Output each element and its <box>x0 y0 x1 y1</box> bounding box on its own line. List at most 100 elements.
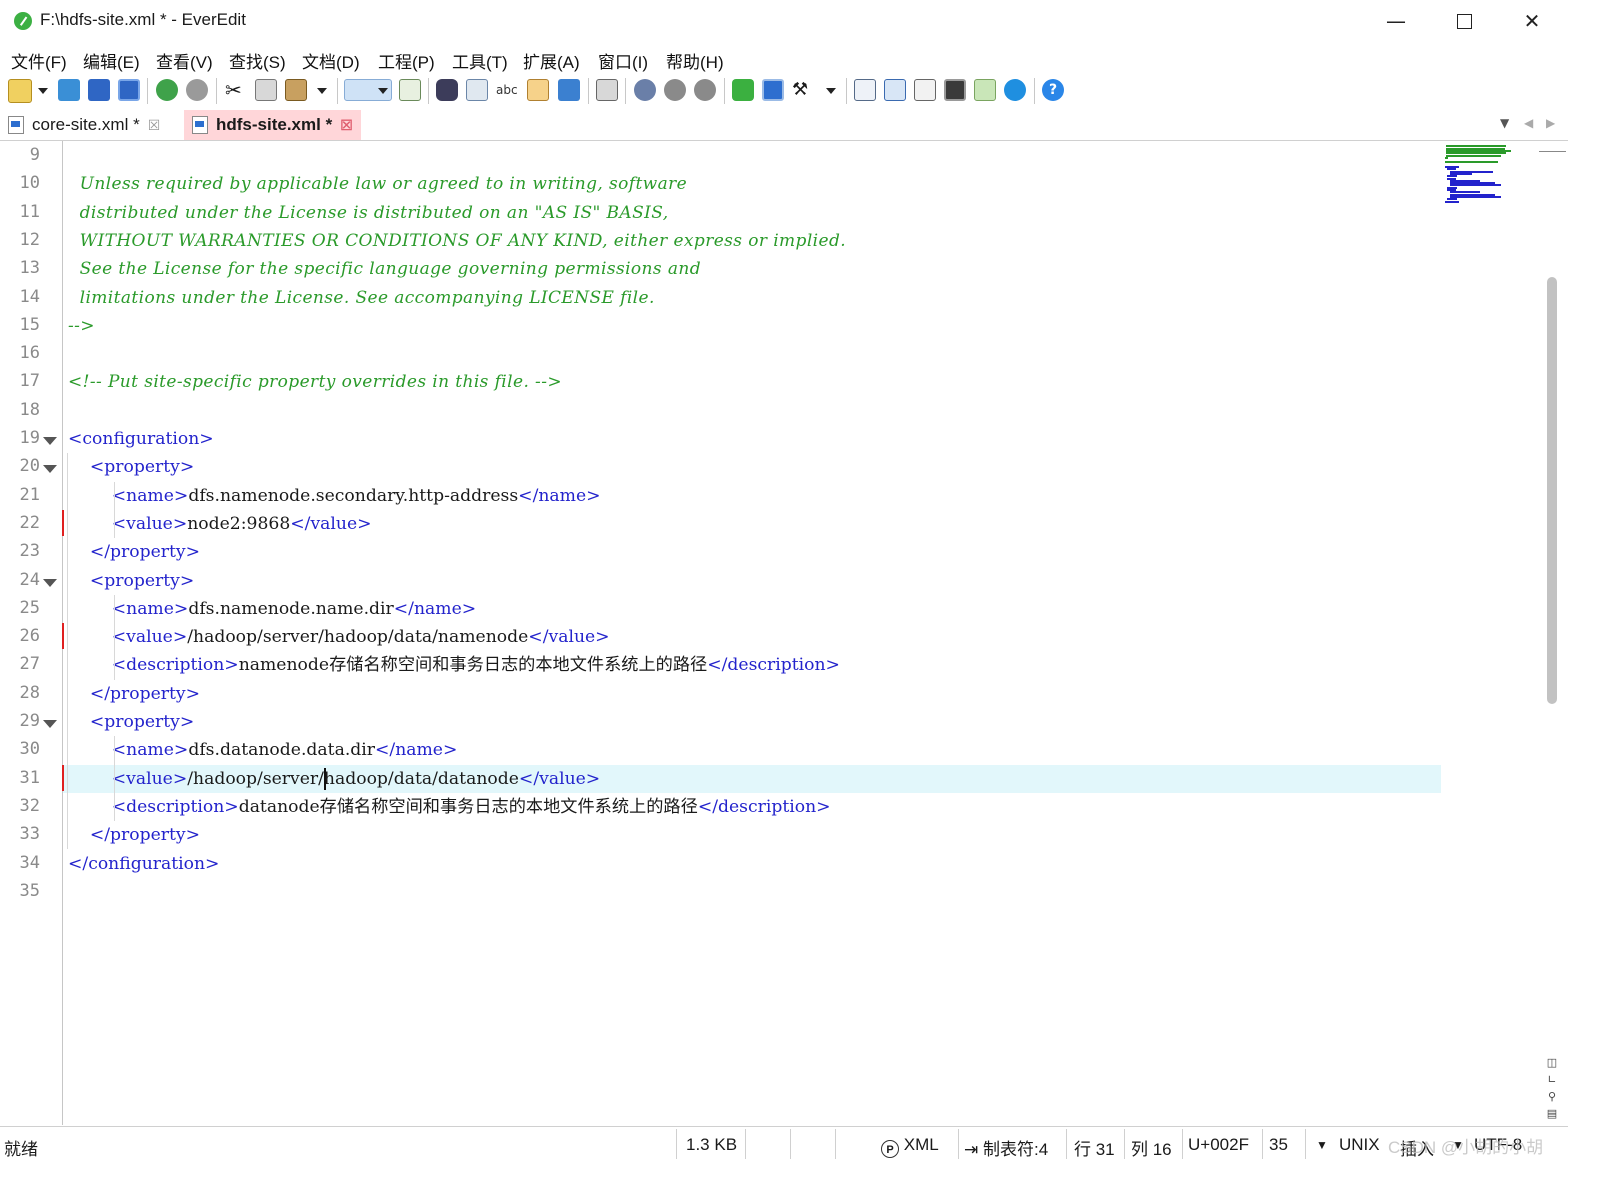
help-icon[interactable]: ? <box>1042 79 1064 101</box>
run-3-icon[interactable] <box>694 79 716 101</box>
find-file-icon[interactable] <box>527 79 549 101</box>
tab-arrow-icon: ⇥ <box>964 1140 979 1159</box>
status-eol[interactable]: UNIX <box>1339 1135 1380 1155</box>
fold-toggle-icon[interactable] <box>43 437 57 445</box>
tab-list-icon[interactable]: ▼ <box>1500 116 1509 130</box>
menu-tools[interactable]: 工具(T) <box>452 48 508 73</box>
scrollbar-thumb[interactable] <box>1547 277 1557 704</box>
code-line[interactable]: limitations under the License. See accom… <box>68 284 655 312</box>
menu-search[interactable]: 查找(S) <box>229 48 286 73</box>
maximize-button[interactable] <box>1430 0 1498 42</box>
chevron-down-icon[interactable]: ▼ <box>1316 1138 1328 1152</box>
code-line[interactable]: distributed under the License is distrib… <box>68 199 669 227</box>
line-number: 29 <box>19 711 40 731</box>
tab-core-site[interactable]: core-site.xml * ☒ <box>8 110 160 140</box>
code-line[interactable]: <!-- Put site-specific property override… <box>68 368 562 396</box>
close-button[interactable]: ✕ <box>1498 0 1566 42</box>
status-language[interactable]: P XML <box>881 1135 939 1158</box>
code-line[interactable]: <configuration> <box>68 425 214 453</box>
save-all-icon[interactable] <box>118 79 140 101</box>
line-number: 20 <box>19 456 40 477</box>
console-icon[interactable] <box>944 79 966 101</box>
share-icon[interactable] <box>558 79 580 101</box>
tab-scroll-right-icon[interactable]: ▶ <box>1546 116 1555 130</box>
code-line[interactable]: </property> <box>68 538 200 566</box>
undo-icon[interactable] <box>156 79 178 101</box>
code-line[interactable]: <name>dfs.datanode.data.dir</name> <box>68 736 458 764</box>
menu-extend[interactable]: 扩展(A) <box>523 48 580 73</box>
code-line[interactable]: <value>/hadoop/server/hadoop/data/nameno… <box>68 623 610 651</box>
copy-icon[interactable] <box>255 79 277 101</box>
code-line[interactable]: <property> <box>68 453 194 481</box>
chevron-down-icon[interactable] <box>826 88 836 94</box>
find-in-files-icon[interactable] <box>466 79 488 101</box>
code-line[interactable]: <description>datanode存储名称空间和事务日志的本地文件系统上… <box>68 793 831 821</box>
code-editor[interactable]: Unless required by applicable law or agr… <box>63 141 1539 1125</box>
tools-icon[interactable]: ⚒ <box>792 79 814 101</box>
column-mode-icon[interactable] <box>399 79 421 101</box>
grid-icon[interactable] <box>974 79 996 101</box>
minimize-button[interactable]: — <box>1362 0 1430 42</box>
chevron-down-icon[interactable] <box>38 88 48 94</box>
save-icon[interactable] <box>88 79 110 101</box>
code-line[interactable]: Unless required by applicable law or agr… <box>68 170 687 198</box>
redo-icon[interactable] <box>186 79 208 101</box>
status-file-size: 1.3 KB <box>686 1135 738 1154</box>
plugin-icon[interactable] <box>732 79 754 101</box>
vertical-scrollbar[interactable]: ◫ ∟ ⚲ ▤ <box>1539 141 1568 1125</box>
fold-toggle-icon[interactable] <box>43 720 57 728</box>
menu-view[interactable]: 查看(V) <box>156 48 213 73</box>
menu-help[interactable]: 帮助(H) <box>666 48 724 73</box>
cut-icon[interactable]: ✂ <box>225 79 247 101</box>
line-number-gutter[interactable]: 9 10 11 12 13 14 15 16 17 18 19 20 21 22 23 24 25 26 27 28 2… <box>0 141 63 1125</box>
code-line[interactable]: --> <box>68 312 95 340</box>
fold-toggle-icon[interactable] <box>43 578 57 587</box>
layout-icon[interactable] <box>884 79 906 101</box>
run-icon[interactable] <box>634 79 656 101</box>
zoom-icon[interactable]: ⚲ <box>1546 1091 1558 1103</box>
bookmark-icon[interactable]: ◫ <box>1546 1057 1558 1069</box>
code-line[interactable]: <description>namenode存储名称空间和事务日志的本地文件系统上… <box>68 651 840 679</box>
window-icon[interactable] <box>762 79 784 101</box>
code-line[interactable]: <value>/hadoop/server/hadoop/data/datano… <box>68 765 601 793</box>
chevron-down-icon[interactable] <box>317 88 327 94</box>
open-icon[interactable] <box>58 79 80 101</box>
paste-icon[interactable] <box>285 79 307 101</box>
status-line[interactable]: 行 31 <box>1074 1135 1115 1160</box>
document-map-icon[interactable]: ▤ <box>1546 1108 1558 1120</box>
code-line[interactable]: WITHOUT WARRANTIES OR CONDITIONS OF ANY … <box>68 227 846 255</box>
browser-icon[interactable] <box>1004 79 1026 101</box>
tab-hdfs-site[interactable]: hdfs-site.xml * ☒ <box>184 110 361 140</box>
ruler-icon[interactable]: ∟ <box>1546 1074 1558 1086</box>
new-file-icon[interactable] <box>8 79 32 103</box>
code-line[interactable]: </configuration> <box>68 850 219 878</box>
run-2-icon[interactable] <box>664 79 686 101</box>
code-line[interactable]: <name>dfs.namenode.name.dir</name> <box>68 595 476 623</box>
tab-close-icon[interactable]: ☒ <box>340 117 353 134</box>
spell-check-icon[interactable]: abc <box>496 79 518 101</box>
menu-document[interactable]: 文档(D) <box>302 48 360 73</box>
menu-window[interactable]: 窗口(I) <box>598 48 648 73</box>
clipboard-icon[interactable] <box>914 79 936 101</box>
code-line[interactable]: <property> <box>68 708 194 736</box>
tab-scroll-left-icon[interactable]: ◀ <box>1524 116 1533 130</box>
fold-toggle-icon[interactable] <box>43 465 57 474</box>
chevron-down-icon[interactable] <box>378 88 388 94</box>
code-line[interactable]: <name>dfs.namenode.secondary.http-addres… <box>68 482 601 510</box>
menu-file[interactable]: 文件(F) <box>11 48 67 73</box>
split-box[interactable] <box>1539 141 1566 152</box>
tab-close-icon[interactable]: ☒ <box>148 117 161 134</box>
outline-icon[interactable] <box>854 79 876 101</box>
menu-project[interactable]: 工程(P) <box>378 48 435 73</box>
modified-line-marker <box>62 764 64 791</box>
minimap[interactable] <box>1443 141 1523 211</box>
code-line[interactable]: <property> <box>68 567 194 595</box>
code-line[interactable]: See the License for the specific languag… <box>68 255 701 283</box>
find-icon[interactable] <box>436 79 458 101</box>
code-line[interactable]: </property> <box>68 680 200 708</box>
code-line[interactable]: </property> <box>68 821 200 849</box>
menu-edit[interactable]: 编辑(E) <box>83 48 140 73</box>
status-column[interactable]: 列 16 <box>1131 1135 1172 1160</box>
status-tab-setting[interactable]: ⇥ 制表符:4 <box>964 1135 1048 1160</box>
calendar-icon[interactable] <box>596 79 618 101</box>
